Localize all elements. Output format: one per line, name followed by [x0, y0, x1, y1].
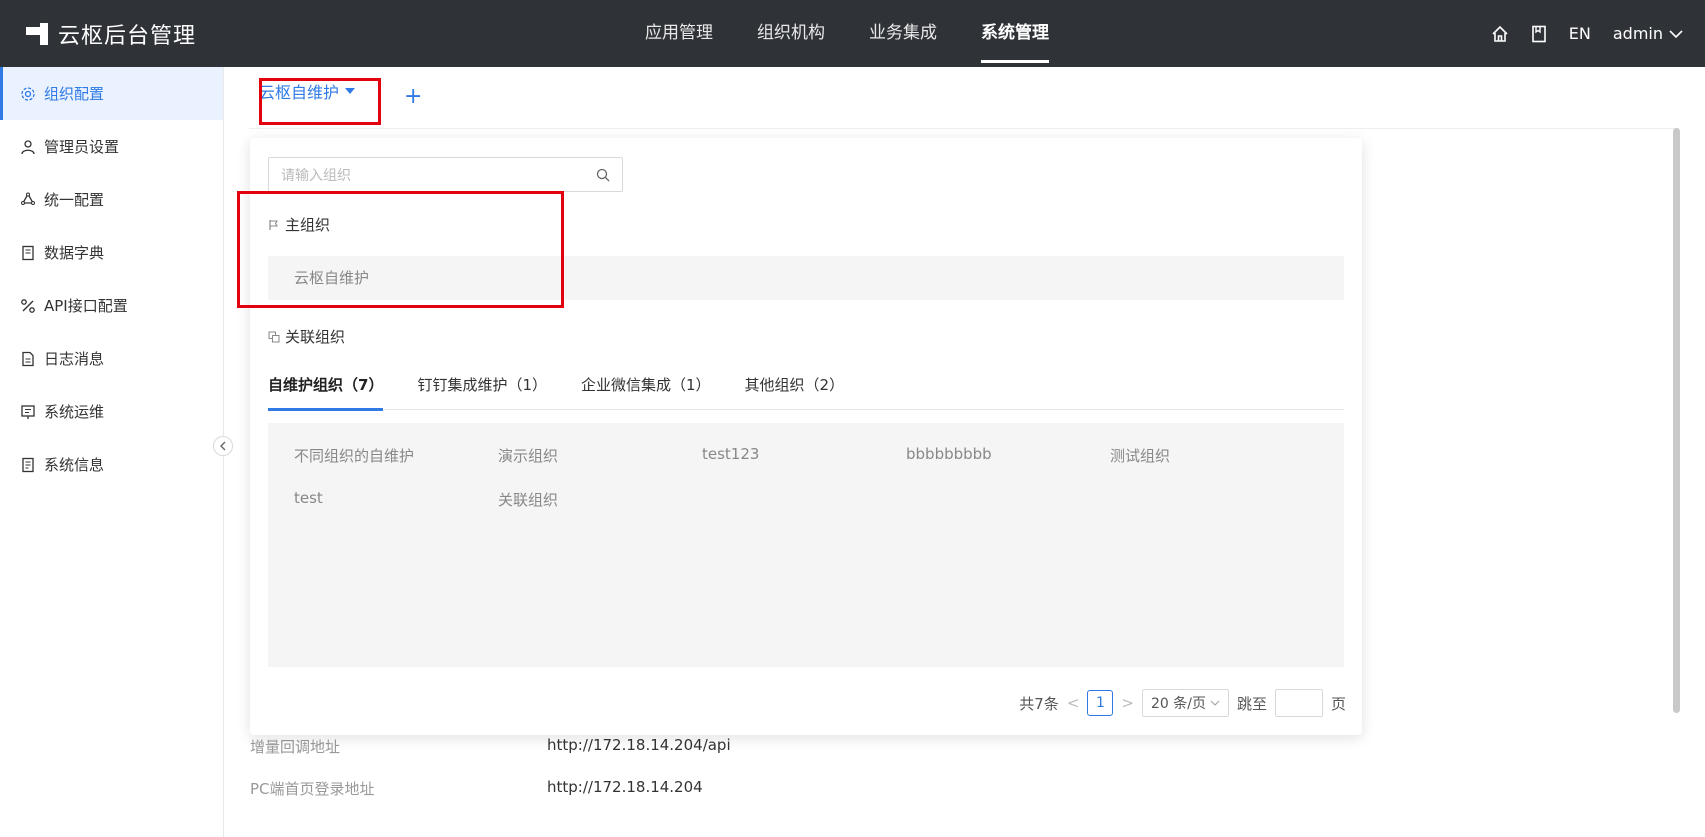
sidebar-item-label: 管理员设置 [44, 138, 120, 156]
sidebar-item-system-ops[interactable]: 系统运维 [0, 385, 223, 438]
app-logo[interactable]: 云枢后台管理 [26, 18, 196, 50]
topnav-organization[interactable]: 组织机构 [757, 0, 825, 67]
org-item[interactable]: 演示组织 [498, 445, 702, 489]
divider [249, 128, 1679, 129]
field-label: 增量回调地址 [250, 738, 341, 756]
tab-other[interactable]: 其他组织（2） [745, 370, 845, 410]
org-item[interactable]: 不同组织的自维护 [294, 445, 498, 489]
sidebar-item-unified-config[interactable]: 统一配置 [0, 173, 223, 226]
sidebar-item-api-config[interactable]: API接口配置 [0, 279, 223, 332]
scrollbar[interactable] [1673, 128, 1680, 713]
jump-page-input[interactable] [1274, 689, 1323, 717]
prev-page-icon[interactable]: < [1067, 694, 1080, 712]
sidebar-item-system-info[interactable]: 系统信息 [0, 438, 223, 491]
field-value: http://172.18.14.204 [547, 778, 703, 796]
sidebar-item-log-messages[interactable]: 日志消息 [0, 332, 223, 385]
sidebar-item-label: 组织配置 [44, 85, 105, 103]
sidebar-item-label: 日志消息 [44, 350, 105, 368]
sidebar: 组织配置 管理员设置 统一配置 数据字典 API接口配置 日志消息 系统运维 系… [0, 67, 224, 837]
pagination: 共7条 < 1 > 20 条/页 跳至 页 [1019, 689, 1346, 717]
sidebar-item-label: 数据字典 [44, 244, 105, 262]
tab-self-maintained[interactable]: 自维护组织（7） [268, 370, 384, 411]
related-org-title: 关联组织 [268, 326, 345, 347]
sidebar-item-org-config[interactable]: 组织配置 [0, 67, 223, 120]
org-item[interactable]: 测试组织 [1110, 445, 1314, 489]
org-list: 不同组织的自维护 演示组织 test123 bbbbbbbbb 测试组织 tes… [268, 423, 1344, 667]
top-right-tools: EN admin [1491, 0, 1683, 67]
user-icon [20, 139, 36, 155]
top-nav: 应用管理 组织机构 业务集成 系统管理 [645, 0, 1049, 67]
top-bar: 云枢后台管理 应用管理 组织机构 业务集成 系统管理 EN admin [0, 0, 1705, 67]
org-item[interactable]: test123 [702, 445, 906, 489]
org-search-input[interactable]: 请输入组织 [268, 157, 623, 192]
jump-label: 跳至 [1236, 694, 1267, 713]
page-size-select[interactable]: 20 条/页 [1141, 689, 1229, 717]
sidebar-item-data-dictionary[interactable]: 数据字典 [0, 226, 223, 279]
cycle-icon [20, 192, 36, 208]
username: admin [1612, 24, 1663, 43]
copy-icon [268, 331, 280, 342]
pager-total: 共7条 [1019, 694, 1059, 713]
sidebar-item-label: 系统运维 [44, 403, 105, 421]
language-switch[interactable]: EN [1569, 24, 1591, 43]
sidebar-item-label: 统一配置 [44, 191, 105, 209]
book-icon [20, 245, 36, 261]
logo-icon [26, 23, 48, 45]
add-org-button[interactable]: + [404, 84, 422, 109]
search-placeholder: 请输入组织 [281, 167, 351, 184]
tab-wecom[interactable]: 企业微信集成（1） [581, 370, 711, 410]
info-icon [20, 457, 36, 473]
chevron-down-icon [1669, 29, 1683, 38]
field-value: http://172.18.14.204/api [547, 736, 731, 754]
related-org-title-text: 关联组织 [285, 328, 346, 346]
sidebar-item-label: 系统信息 [44, 456, 105, 474]
topnav-integration[interactable]: 业务集成 [869, 0, 937, 67]
field-label: PC端首页登录地址 [250, 780, 375, 798]
page-number[interactable]: 1 [1087, 690, 1114, 716]
org-item[interactable]: 关联组织 [498, 489, 702, 533]
page-size-value: 20 条/页 [1150, 696, 1206, 712]
next-page-icon[interactable]: > [1121, 694, 1134, 712]
bookmark-icon[interactable] [1531, 25, 1547, 43]
page-unit-label: 页 [1330, 694, 1346, 713]
search-icon[interactable] [596, 168, 610, 182]
sidebar-item-admin-settings[interactable]: 管理员设置 [0, 120, 223, 173]
tab-dingtalk[interactable]: 钉钉集成维护（1） [417, 370, 547, 410]
highlight-box-selector [259, 78, 381, 125]
org-tabs: 自维护组织（7） 钉钉集成维护（1） 企业微信集成（1） 其他组织（2） [268, 370, 1344, 411]
chevron-down-icon [1210, 700, 1220, 706]
user-menu[interactable]: admin [1613, 24, 1683, 43]
link-icon [20, 298, 36, 314]
org-item[interactable]: test [294, 489, 498, 533]
org-item[interactable]: bbbbbbbbb [906, 445, 1110, 489]
topnav-app-management[interactable]: 应用管理 [645, 0, 713, 67]
app-title: 云枢后台管理 [58, 24, 197, 49]
home-icon[interactable] [1491, 25, 1509, 43]
sidebar-item-label: API接口配置 [44, 297, 128, 315]
gear-icon [20, 86, 36, 102]
topnav-system-management[interactable]: 系统管理 [981, 0, 1049, 67]
tool-icon [20, 404, 36, 420]
document-icon [20, 351, 36, 367]
highlight-box-main-org [237, 191, 564, 308]
